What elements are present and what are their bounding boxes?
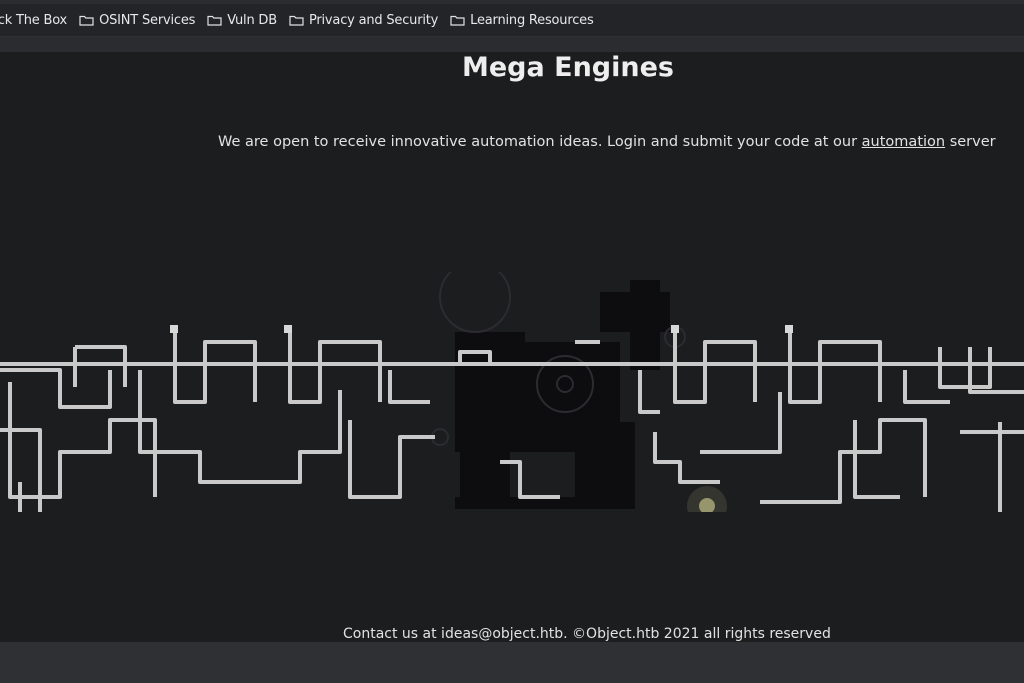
page-content: Mega Engines We are open to receive inno…: [0, 52, 1024, 642]
footer-text: Contact us at ideas@object.htb. ©Object.…: [343, 626, 831, 642]
bookmark-label: Vuln DB: [227, 12, 277, 28]
bookmark-label: Privacy and Security: [308, 12, 439, 28]
bookmarks-toolbar: ack The Box OSINT Services Vuln DB Priva…: [0, 4, 1024, 37]
bookmark-folder-osint-services[interactable]: OSINT Services: [79, 13, 195, 28]
automation-link[interactable]: automation: [862, 134, 945, 150]
intro-text-after: server: [945, 134, 996, 150]
bottom-bar: [0, 642, 1024, 683]
bookmark-folder-learning-resources[interactable]: Learning Resources: [450, 12, 594, 28]
page-title: Mega Engines: [462, 52, 674, 83]
bookmark-folder-privacy-and-security[interactable]: Privacy and Security: [289, 13, 438, 28]
light-bulb: [687, 486, 727, 512]
bookmark-folder-vuln-db[interactable]: Vuln DB: [207, 13, 277, 28]
toolbar-separator-band: [0, 37, 1024, 52]
pipes-machine-illustration: [0, 272, 1024, 512]
bookmark-label: ack The Box: [0, 12, 68, 28]
intro-text: We are open to receive innovative automa…: [218, 134, 996, 150]
folder-icon: [450, 15, 465, 26]
machine-silhouette: [455, 280, 670, 509]
intro-text-before: We are open to receive innovative automa…: [218, 134, 862, 150]
folder-icon: [79, 15, 94, 26]
bookmark-hack-the-box[interactable]: ack The Box: [0, 13, 67, 28]
bookmark-label: OSINT Services: [99, 12, 196, 28]
folder-icon: [289, 15, 304, 26]
folder-icon: [207, 15, 222, 26]
bookmark-label: Learning Resources: [470, 12, 594, 28]
